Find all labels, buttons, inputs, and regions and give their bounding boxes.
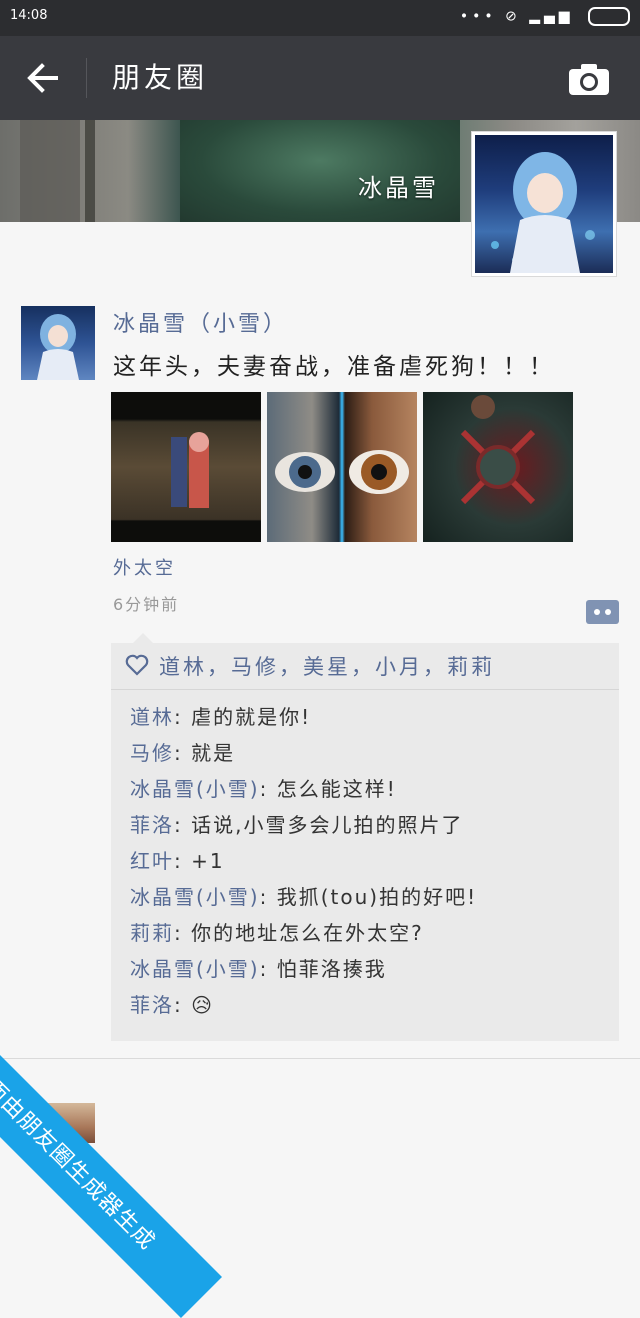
- arrow-left-icon: [27, 63, 58, 93]
- anime-girl-image: [37, 314, 79, 380]
- cover-pillar-shape: [85, 120, 95, 222]
- comment-item[interactable]: 冰晶雪(小雪): 我抓(tou)拍的好吧!: [130, 881, 477, 910]
- post-divider: [0, 1058, 640, 1059]
- comment-item[interactable]: 马修: 就是: [130, 737, 235, 766]
- comment-item[interactable]: 道林: 虐的就是你!: [130, 701, 311, 730]
- comment-item[interactable]: 冰晶雪(小雪): 怕菲洛揍我: [130, 953, 387, 982]
- comment-item[interactable]: 冰晶雪(小雪): 怎么能这样!: [130, 773, 397, 802]
- profile-avatar[interactable]: [471, 131, 617, 277]
- post-timestamp: 6分钟前: [113, 595, 180, 614]
- comment-author[interactable]: 莉莉: [130, 921, 174, 945]
- comment-author[interactable]: 冰晶雪(小雪): [130, 957, 260, 981]
- dots-icon: •••: [459, 8, 497, 25]
- comment-text: : 😥: [174, 993, 214, 1017]
- page-title: 朋友圈: [112, 61, 209, 94]
- post-photo-3[interactable]: [423, 392, 573, 542]
- post-location[interactable]: 外太空: [113, 554, 176, 580]
- comment-text: : 怕菲洛揍我: [259, 957, 387, 981]
- title-divider: [86, 58, 87, 98]
- comment-author[interactable]: 道林: [130, 705, 174, 729]
- back-button[interactable]: [22, 58, 66, 98]
- mute-icon: ⊘: [505, 8, 521, 25]
- comment-text: : 就是: [174, 741, 236, 765]
- comment-text: : +1: [174, 849, 225, 873]
- comment-text: : 话说,小雪多会儿拍的照片了: [174, 813, 464, 837]
- status-bar: 14:08 ••• ⊘ ▂▄▆: [0, 0, 640, 36]
- comment-item[interactable]: 红叶: +1: [130, 845, 225, 874]
- battery-icon: [588, 7, 630, 26]
- likes-names[interactable]: 道林，马修，美星，小月，莉莉: [159, 655, 495, 679]
- comment-section: 道林，马修，美星，小月，莉莉 道林: 虐的就是你! 马修: 就是 冰晶雪(小雪)…: [111, 633, 619, 1041]
- comment-item[interactable]: 莉莉: 你的地址怎么在外太空?: [130, 917, 424, 946]
- post-nickname[interactable]: 冰晶雪（小雪）: [113, 306, 288, 338]
- dot-icon: [594, 609, 600, 615]
- comment-author[interactable]: 冰晶雪(小雪): [130, 777, 260, 801]
- comment-menu-button[interactable]: [586, 600, 619, 624]
- anime-girl-image: [491, 152, 595, 273]
- comment-text: : 怎么能这样!: [259, 777, 397, 801]
- cover-building-shape: [20, 120, 80, 222]
- post-photo-2[interactable]: [267, 392, 417, 542]
- status-icons: ••• ⊘ ▂▄▆: [460, 7, 630, 26]
- camera-icon: [569, 64, 609, 95]
- title-bar: 朋友圈: [0, 36, 640, 120]
- likes-row: 道林，马修，美星，小月，莉莉: [125, 651, 495, 681]
- camera-button[interactable]: [568, 62, 610, 96]
- comment-text: : 你的地址怎么在外太空?: [174, 921, 424, 945]
- post-photo-1[interactable]: [111, 392, 261, 542]
- comment-author[interactable]: 红叶: [130, 849, 174, 873]
- status-time: 14:08: [10, 8, 48, 23]
- comment-author[interactable]: 菲洛: [130, 813, 174, 837]
- likes-divider: [111, 689, 619, 690]
- cover-username: 冰晶雪: [358, 174, 439, 202]
- comment-author[interactable]: 冰晶雪(小雪): [130, 885, 260, 909]
- comment-arrow: [133, 633, 153, 643]
- comment-text: : 我抓(tou)拍的好吧!: [259, 885, 478, 909]
- signal-icon: ▂▄▆: [529, 8, 574, 25]
- comment-item[interactable]: 菲洛: 😥: [130, 989, 214, 1018]
- comment-item[interactable]: 菲洛: 话说,小雪多会儿拍的照片了: [130, 809, 463, 838]
- heart-icon: [125, 654, 149, 676]
- post-text: 这年头，夫妻奋战，准备虐死狗！！！: [113, 354, 555, 380]
- dot-icon: [605, 609, 611, 615]
- comment-author[interactable]: 马修: [130, 741, 174, 765]
- comment-text: : 虐的就是你!: [174, 705, 312, 729]
- comment-author[interactable]: 菲洛: [130, 993, 174, 1017]
- post-avatar[interactable]: [21, 306, 95, 380]
